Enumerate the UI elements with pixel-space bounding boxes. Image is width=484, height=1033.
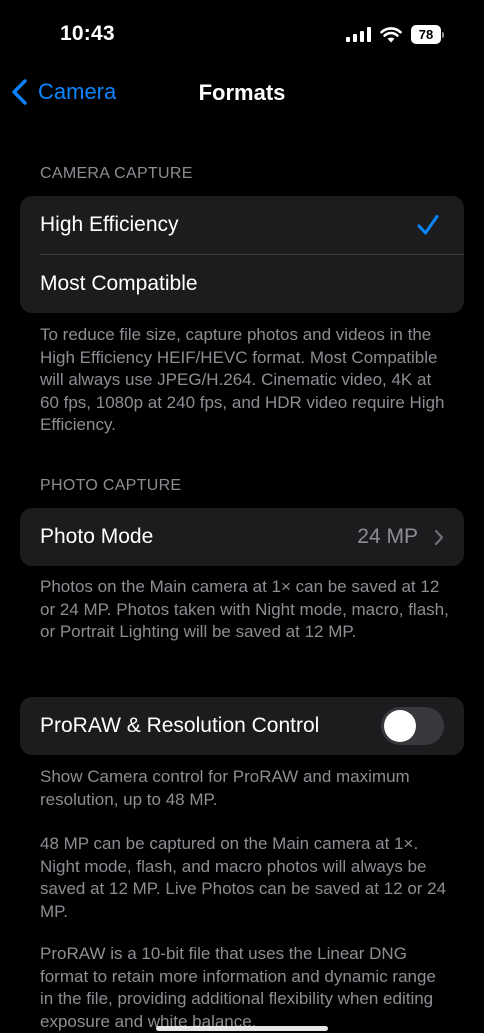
status-time: 10:43 bbox=[60, 22, 115, 45]
proraw-label: ProRAW & Resolution Control bbox=[40, 714, 320, 737]
photo-capture-group: Photo Mode 24 MP bbox=[20, 508, 464, 566]
toggle-knob bbox=[384, 710, 416, 742]
wifi-icon bbox=[380, 26, 402, 42]
photo-capture-footer: Photos on the Main camera at 1× can be s… bbox=[40, 577, 449, 641]
battery-level: 78 bbox=[411, 25, 441, 44]
cellular-signal-icon bbox=[346, 27, 371, 42]
proraw-footer-1: Show Camera control for ProRAW and maxim… bbox=[40, 767, 410, 809]
photo-mode-value: 24 MP bbox=[357, 525, 418, 548]
battery-icon: 78 bbox=[411, 25, 444, 44]
navigation-bar: Formats Camera bbox=[0, 70, 484, 116]
chevron-right-icon bbox=[434, 529, 444, 546]
home-indicator bbox=[156, 1026, 328, 1031]
proraw-group: ProRAW & Resolution Control bbox=[20, 697, 464, 755]
status-bar: 10:43 78 bbox=[0, 0, 484, 70]
section-header-camera-capture: CAMERA CAPTURE bbox=[40, 165, 193, 182]
proraw-toggle[interactable] bbox=[381, 707, 444, 745]
camera-capture-group: High Efficiency Most Compatible bbox=[20, 196, 464, 313]
option-most-compatible[interactable]: Most Compatible bbox=[20, 255, 464, 313]
status-icons: 78 bbox=[346, 25, 444, 44]
checkmark-icon bbox=[417, 215, 439, 235]
option-high-efficiency[interactable]: High Efficiency bbox=[20, 196, 464, 254]
settings-screen: 10:43 78 Formats Camera CAMERA CAPTURE H… bbox=[0, 0, 484, 1033]
back-button[interactable]: Camera bbox=[10, 78, 116, 106]
proraw-footer-3: ProRAW is a 10-bit file that uses the Li… bbox=[40, 944, 436, 1031]
section-header-photo-capture: PHOTO CAPTURE bbox=[40, 477, 182, 494]
option-label: Most Compatible bbox=[40, 272, 198, 295]
back-button-label: Camera bbox=[38, 79, 117, 104]
option-label: High Efficiency bbox=[40, 213, 179, 236]
photo-mode-row[interactable]: Photo Mode 24 MP bbox=[20, 508, 464, 566]
chevron-left-icon bbox=[12, 79, 27, 105]
photo-mode-label: Photo Mode bbox=[40, 525, 154, 548]
proraw-footer-2: 48 MP can be captured on the Main camera… bbox=[40, 834, 447, 921]
camera-capture-footer: To reduce file size, capture photos and … bbox=[40, 325, 445, 434]
proraw-row: ProRAW & Resolution Control bbox=[20, 697, 464, 755]
